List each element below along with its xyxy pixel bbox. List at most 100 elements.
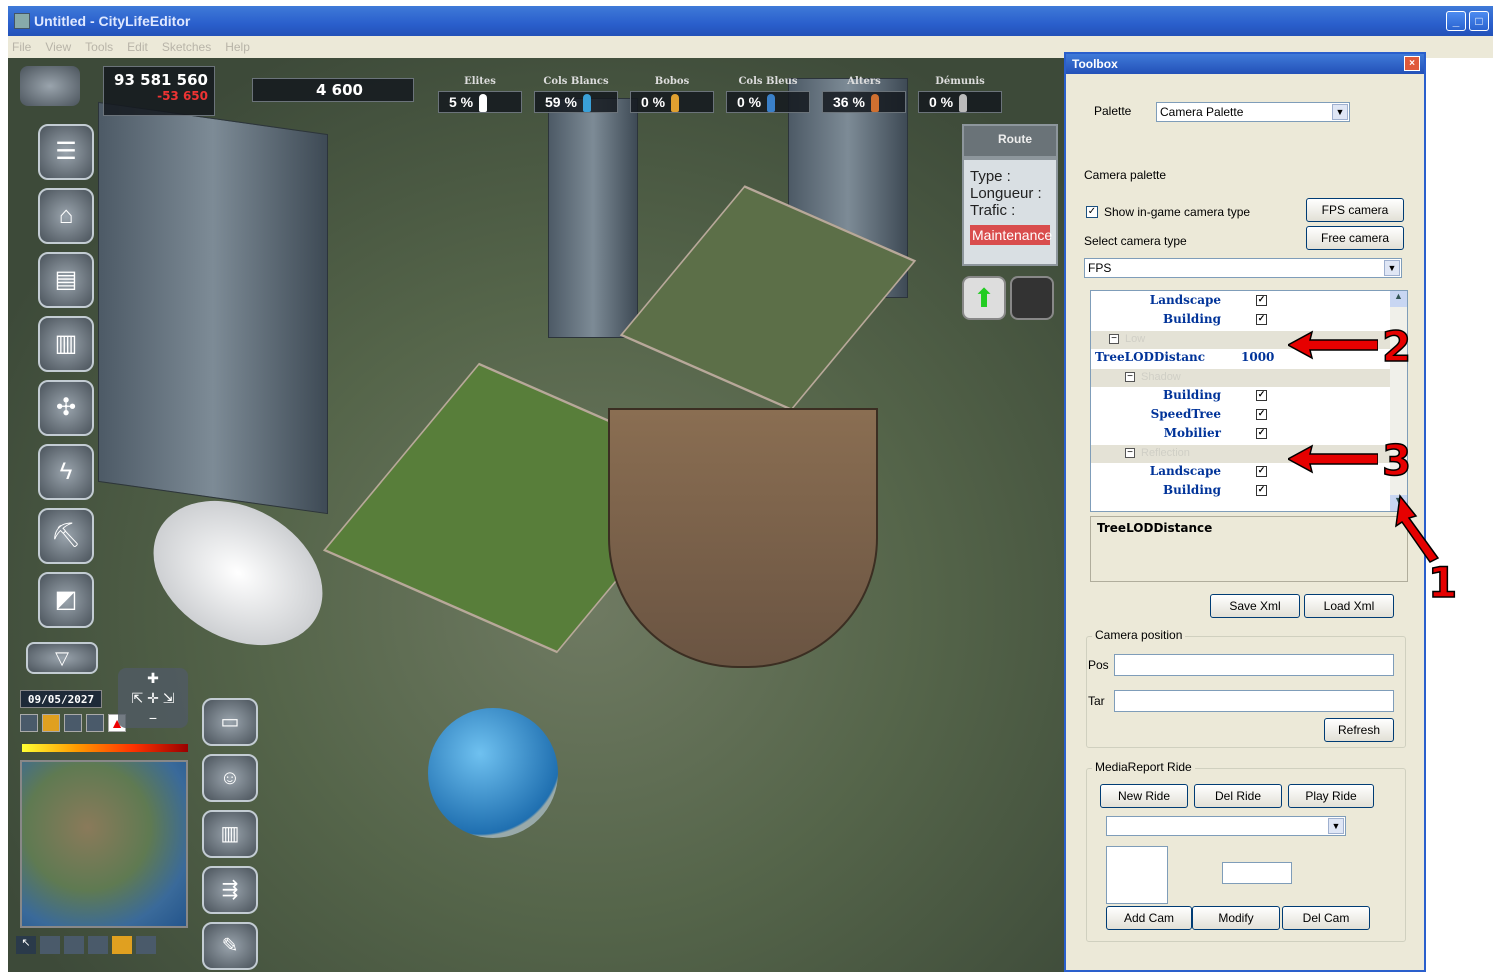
grid-row-landscape[interactable]: Landscape ✓: [1091, 293, 1391, 312]
view-button[interactable]: [112, 936, 132, 954]
notes-tool-button[interactable]: ✎: [202, 922, 258, 970]
sun-icon[interactable]: [42, 714, 60, 732]
tar-field[interactable]: [1114, 690, 1394, 712]
minimap[interactable]: [20, 760, 188, 928]
industry-tool-button[interactable]: ▥: [38, 316, 94, 372]
grid-category-shadow[interactable]: − Shadow: [1091, 369, 1391, 387]
person-icon: [959, 94, 968, 113]
add-cam-button[interactable]: Add Cam: [1106, 906, 1192, 930]
route-option-button[interactable]: [1010, 276, 1054, 320]
bulldozer-tool-button[interactable]: ⛏: [38, 508, 94, 564]
close-icon[interactable]: ×: [1404, 56, 1420, 71]
property-checkbox[interactable]: ✓: [1256, 466, 1267, 477]
menu-help[interactable]: Help: [225, 40, 250, 54]
palette-select[interactable]: Camera Palette ▼: [1156, 102, 1350, 122]
property-value[interactable]: 1000: [1241, 350, 1274, 364]
pos-field[interactable]: [1114, 654, 1394, 676]
property-name: Building: [1162, 312, 1221, 326]
route-type-label: Type :: [970, 168, 1011, 185]
class-elites[interactable]: Elites 5 %: [438, 76, 522, 113]
menu-sketches[interactable]: Sketches: [162, 40, 211, 54]
class-label: Cols Blancs: [543, 76, 609, 87]
show-camera-type-label: Show in-game camera type: [1104, 205, 1251, 219]
power-tool-button[interactable]: ϟ: [38, 444, 94, 500]
game-viewport[interactable]: 93 581 560 -53 650 4 600 Elites 5 % Cols…: [8, 58, 1064, 972]
scroll-up-icon[interactable]: ▲: [1390, 291, 1407, 307]
weather-icon[interactable]: [64, 714, 82, 732]
zone-tool-button[interactable]: ◩: [38, 572, 94, 628]
stats-tool-button[interactable]: ▥: [202, 810, 258, 858]
grid-row-building[interactable]: Building ✓: [1091, 312, 1391, 331]
del-cam-button[interactable]: Del Cam: [1282, 906, 1370, 930]
property-checkbox[interactable]: ✓: [1256, 295, 1267, 306]
grid-row-mobilier[interactable]: Mobilier ✓: [1091, 426, 1391, 445]
maximize-button[interactable]: □: [1469, 11, 1489, 31]
refresh-button[interactable]: Refresh: [1324, 718, 1394, 742]
collapse-icon[interactable]: −: [1125, 372, 1135, 382]
save-xml-button[interactable]: Save Xml: [1210, 594, 1300, 618]
right-mini-toolbar: ▭ ☺ ▥ ⇶ ✎: [202, 698, 258, 972]
fps-camera-button[interactable]: FPS camera: [1306, 198, 1404, 222]
camera-type-select[interactable]: FPS ▼: [1084, 258, 1402, 278]
select-camera-type-label: Select camera type: [1084, 234, 1187, 248]
building-tool-button[interactable]: ▤: [38, 252, 94, 308]
class-demunis[interactable]: Démunis 0 %: [918, 76, 1002, 113]
property-checkbox[interactable]: ✓: [1256, 409, 1267, 420]
collapse-chevron-icon[interactable]: ▽: [26, 642, 98, 674]
annotation-arrow-1: [1395, 494, 1440, 563]
view-button[interactable]: [136, 936, 156, 954]
property-checkbox[interactable]: ✓: [1256, 314, 1267, 325]
toolbox-title: Toolbox: [1072, 57, 1118, 71]
cursor-icon[interactable]: ↖: [16, 936, 36, 954]
collapse-icon[interactable]: −: [1109, 334, 1119, 344]
pause-icon[interactable]: [88, 936, 108, 954]
modify-button[interactable]: Modify: [1192, 906, 1280, 930]
bottom-mini-toolbar: ↖: [16, 936, 196, 956]
menu-edit[interactable]: Edit: [127, 40, 148, 54]
road-tool-button[interactable]: ✣: [38, 380, 94, 436]
menu-view[interactable]: View: [45, 40, 71, 54]
network-tool-button[interactable]: ⇶: [202, 866, 258, 914]
menu-file[interactable]: File: [12, 40, 31, 54]
class-alters[interactable]: Alters 36 %: [822, 76, 906, 113]
property-grid[interactable]: Landscape ✓ Building ✓ − Low TreeLODDist…: [1090, 290, 1408, 512]
ride-select[interactable]: ▼: [1106, 816, 1346, 836]
show-camera-type-checkbox[interactable]: ✓: [1086, 206, 1098, 218]
view-button[interactable]: [64, 936, 84, 954]
play-ride-button[interactable]: Play Ride: [1288, 784, 1374, 808]
property-name: SpeedTree: [1150, 407, 1221, 421]
money-tool-button[interactable]: ▭: [202, 698, 258, 746]
grid-row-building[interactable]: Building ✓: [1091, 388, 1391, 407]
class-pct: 0 %: [737, 94, 762, 110]
class-cols-blancs[interactable]: Cols Blancs 59 %: [534, 76, 618, 113]
new-ride-button[interactable]: New Ride: [1100, 784, 1188, 808]
minimize-button[interactable]: _: [1446, 11, 1466, 31]
grid-row-building[interactable]: Building ✓: [1091, 483, 1391, 502]
free-camera-button[interactable]: Free camera: [1306, 226, 1404, 250]
toolbox-title-bar: Toolbox ×: [1066, 54, 1424, 74]
people-tool-button[interactable]: ☺: [202, 754, 258, 802]
list-tool-button[interactable]: ☰: [38, 124, 94, 180]
property-checkbox[interactable]: ✓: [1256, 428, 1267, 439]
class-bobos[interactable]: Bobos 0 %: [630, 76, 714, 113]
property-checkbox[interactable]: ✓: [1256, 390, 1267, 401]
property-checkbox[interactable]: ✓: [1256, 485, 1267, 496]
collapse-icon[interactable]: −: [1125, 448, 1135, 458]
grid-row-speedtree[interactable]: SpeedTree ✓: [1091, 407, 1391, 426]
money-delta: -53 650: [157, 89, 208, 103]
speed-button[interactable]: [20, 714, 38, 732]
moon-icon[interactable]: [86, 714, 104, 732]
camera-nav-pad[interactable]: ✚ ⇱ ✛ ⇲ −: [118, 668, 188, 728]
population-display: 4 600: [252, 78, 414, 102]
del-ride-button[interactable]: Del Ride: [1194, 784, 1282, 808]
ride-value-field[interactable]: [1222, 862, 1292, 884]
menu-tools[interactable]: Tools: [85, 40, 113, 54]
money-icon: [20, 66, 80, 106]
toolbox-window: Toolbox × Palette Camera Palette ▼ Camer…: [1064, 52, 1426, 972]
category-label: Reflection: [1141, 447, 1190, 459]
class-cols-bleus[interactable]: Cols Bleus 0 %: [726, 76, 810, 113]
upgrade-arrow-icon[interactable]: ⬆: [962, 276, 1006, 320]
housing-tool-button[interactable]: ⌂: [38, 188, 94, 244]
load-xml-button[interactable]: Load Xml: [1304, 594, 1394, 618]
view-button[interactable]: [40, 936, 60, 954]
